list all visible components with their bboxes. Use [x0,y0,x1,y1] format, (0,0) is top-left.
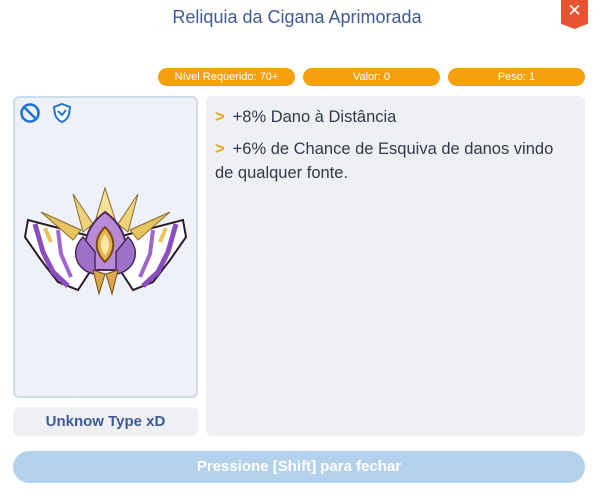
required-level-badge: Nível Requerido: 70+ [158,68,295,86]
window-title: Reliquia da Cigana Aprimorada [172,7,422,27]
description-line: > +6% de Chance de Esquiva de danos vindo… [215,137,575,185]
close-button[interactable]: ✕ [561,0,588,29]
bullet-marker: > [215,140,225,158]
relic-item-image [23,186,188,296]
bullet-marker: > [215,108,225,126]
description-text: +8% Dano à Distância [232,108,397,126]
no-entry-icon [20,103,40,123]
weight-badge: Peso: 1 [448,68,585,86]
item-preview-panel [13,96,198,398]
description-text: +6% de Chance de Esquiva de danos vindo … [215,140,554,182]
description-line: > +8% Dano à Distância [215,105,575,129]
close-hint-button[interactable]: Pressione [Shift] para fechar [13,451,585,483]
value-badge: Valor: 0 [303,68,440,86]
close-icon[interactable]: ✕ [567,0,581,22]
shield-icon [52,102,72,124]
item-description-panel: > +8% Dano à Distância > +6% de Chance de … [206,96,585,436]
item-type-label: Unknow Type xD [13,407,198,436]
